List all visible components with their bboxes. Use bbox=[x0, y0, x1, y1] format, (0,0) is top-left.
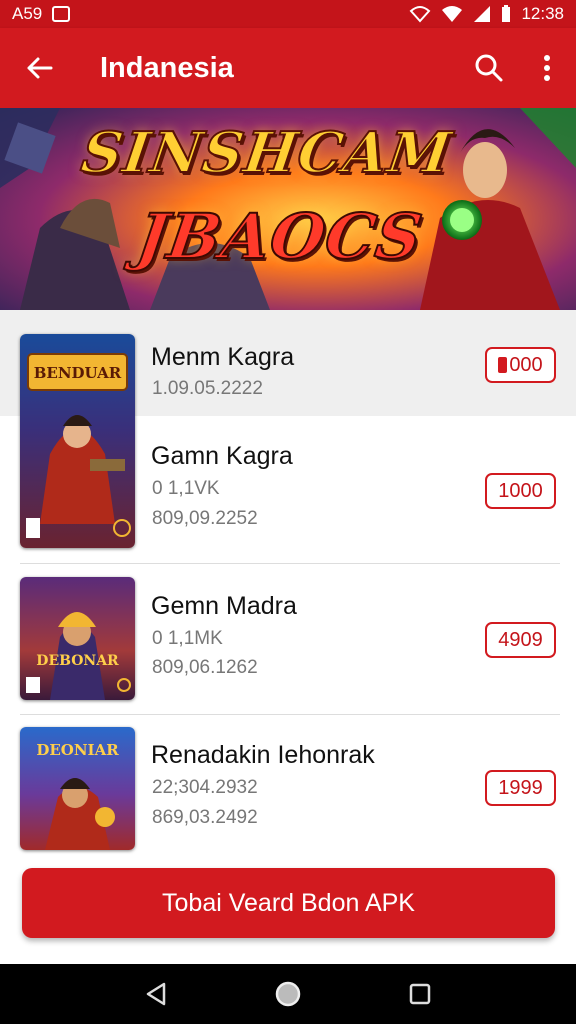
circle-home-icon bbox=[275, 981, 301, 1007]
game-meta: 0 1,1MK bbox=[152, 628, 223, 649]
game-thumbnail[interactable]: DEONIAR bbox=[20, 727, 135, 850]
promo-banner[interactable]: SINSHCAM JBAOCS bbox=[0, 108, 576, 310]
notification-icon bbox=[52, 6, 71, 22]
game-meta: 869,03.2492 bbox=[152, 807, 258, 828]
banner-title-line1: SINSHCAM bbox=[76, 119, 456, 187]
price-label: 1999 bbox=[498, 776, 543, 799]
back-button[interactable] bbox=[0, 28, 78, 108]
download-apk-button[interactable]: Tobai Veard Bdon APK bbox=[22, 868, 555, 938]
game-meta: 809,06.1262 bbox=[152, 657, 258, 678]
game-name: Gemn Madra bbox=[151, 592, 297, 620]
arrow-left-icon bbox=[27, 57, 53, 79]
game-thumbnail-label: DEBONAR bbox=[36, 653, 119, 669]
divider bbox=[20, 714, 560, 715]
price-label: 4909 bbox=[498, 628, 543, 651]
price-button[interactable]: 000 bbox=[485, 347, 556, 383]
square-recents-icon bbox=[409, 983, 431, 1005]
wifi-icon bbox=[442, 6, 463, 22]
nav-back-button[interactable] bbox=[126, 964, 186, 1024]
game-thumbnail-label: BENDUAR bbox=[33, 364, 122, 382]
nav-home-button[interactable] bbox=[258, 964, 318, 1024]
page-title: Indanesia bbox=[100, 51, 234, 84]
status-time: 12:38 bbox=[521, 4, 564, 23]
game-name: Gamn Kagra bbox=[151, 442, 293, 470]
game-meta: 0 1,1VK bbox=[152, 478, 220, 499]
price-button[interactable]: 4909 bbox=[485, 622, 556, 658]
game-thumbnail[interactable]: BENDUAR bbox=[20, 334, 135, 548]
price-button[interactable]: 1000 bbox=[485, 473, 556, 509]
status-bar: A59 12:38 bbox=[0, 0, 576, 28]
status-left-text: A59 bbox=[12, 4, 43, 23]
game-list: BENDUAR Menm Kagra 1.09.05.2222 000 Gamn… bbox=[0, 310, 576, 866]
banner-title-line2: JBAOCS bbox=[132, 199, 428, 274]
game-meta: 1.09.05.2222 bbox=[152, 378, 263, 399]
game-thumbnail[interactable]: DEBONAR bbox=[20, 577, 135, 700]
search-button[interactable] bbox=[460, 28, 518, 108]
battery-icon bbox=[502, 5, 511, 22]
game-cover-art bbox=[26, 612, 131, 700]
game-meta: 809,09.2252 bbox=[152, 508, 258, 529]
price-button[interactable]: 1999 bbox=[485, 770, 556, 806]
nav-recents-button[interactable] bbox=[390, 964, 450, 1024]
game-thumbnail-label: DEONIAR bbox=[36, 741, 119, 759]
more-options-button[interactable] bbox=[518, 28, 576, 108]
price-label: 000 bbox=[509, 353, 543, 376]
price-label: 1000 bbox=[498, 479, 543, 502]
app-bar: Indanesia bbox=[0, 28, 576, 108]
game-name: Renadakin Iehonrak bbox=[151, 741, 375, 769]
download-apk-label: Tobai Veard Bdon APK bbox=[162, 888, 415, 917]
more-vert-icon bbox=[544, 55, 550, 81]
search-icon bbox=[475, 54, 503, 82]
tag-icon bbox=[498, 357, 508, 373]
signal-icon bbox=[474, 6, 491, 22]
game-meta: 22;304.2932 bbox=[152, 777, 258, 798]
wifi-off-icon bbox=[410, 6, 431, 23]
divider bbox=[20, 563, 560, 564]
game-name: Menm Kagra bbox=[151, 343, 295, 371]
triangle-back-icon bbox=[146, 982, 166, 1006]
system-nav-bar bbox=[0, 964, 576, 1024]
